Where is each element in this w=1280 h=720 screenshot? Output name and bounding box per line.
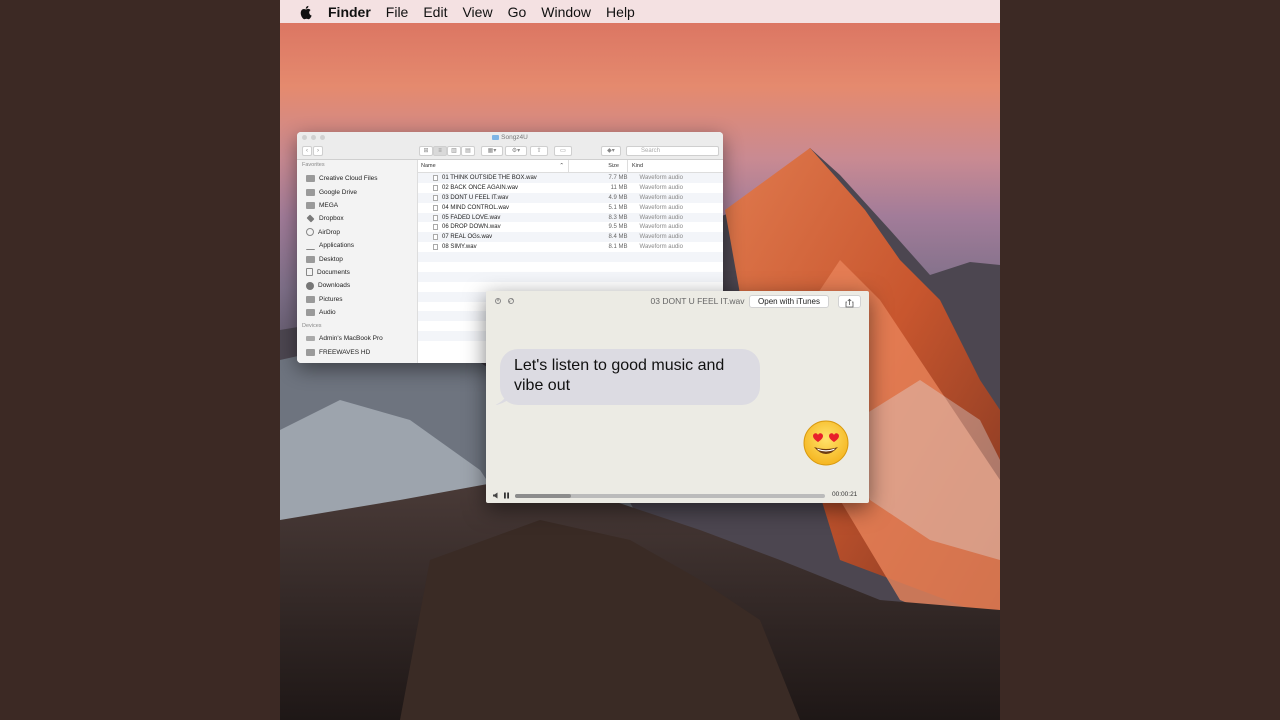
empty-row: [418, 271, 723, 282]
menu-file[interactable]: File: [386, 4, 409, 20]
airdrop-icon: [306, 228, 314, 237]
camera-icon: [306, 295, 315, 303]
audio-file-icon: [433, 175, 438, 181]
arrange-button[interactable]: ▦▾: [481, 146, 503, 156]
tag-icon[interactable]: ▭: [554, 146, 572, 156]
audio-file-icon: [433, 224, 438, 231]
favorites-header: Favorites: [302, 162, 325, 168]
zoom-button[interactable]: [320, 135, 325, 140]
message-bubble: Let's listen to good music and vibe out: [500, 349, 760, 405]
audio-file-icon: [433, 184, 438, 191]
table-row[interactable]: 05 FADED LOVE.wav 8.3 MB Waveform audio: [418, 212, 723, 223]
finder-toolbar: ‹ › ⊞ ≡ ▥ ▤ ▦▾ ⚙▾ ⇧ ▭ ◆▾ Search: [297, 143, 723, 160]
sort-chevron-icon: ⌃: [559, 163, 564, 169]
gear-icon[interactable]: ⚙▾: [505, 146, 527, 156]
audio-file-icon: [433, 214, 438, 221]
table-row[interactable]: 01 THINK OUTSIDE THE BOX.wav 7.7 MB Wavefo…: [418, 173, 723, 183]
empty-row: [418, 252, 723, 263]
sidebar-item-airdrop[interactable]: AirDrop: [297, 226, 417, 239]
laptop-icon: [306, 336, 315, 342]
sidebar-item-applications[interactable]: Applications: [297, 239, 417, 252]
devices-header: Devices: [302, 323, 322, 330]
menu-view[interactable]: View: [462, 4, 492, 20]
column-headers: Name ⌃ Size Kind: [418, 160, 723, 173]
empty-row: [418, 262, 723, 272]
folder-icon: [306, 201, 315, 209]
back-button[interactable]: ‹: [302, 146, 312, 156]
menu-window[interactable]: Window: [541, 4, 591, 20]
sidebar-item-google-drive[interactable]: Google Drive: [297, 185, 417, 198]
menu-go[interactable]: Go: [508, 4, 527, 20]
forward-button[interactable]: ›: [313, 146, 323, 156]
quicklook-player: × ⤢ 03 DONT U FEEL IT.wav Open with iTun…: [486, 291, 869, 503]
table-row[interactable]: 04 MIND CONTROL.wav 5.1 MB Waveform audio: [418, 203, 723, 213]
document-icon: [306, 268, 313, 277]
folder-icon: [306, 188, 315, 196]
table-row[interactable]: 06 DROP DOWN.wav 9.5 MB Waveform audio: [418, 222, 723, 232]
audio-file-icon: [433, 234, 438, 241]
menu-edit[interactable]: Edit: [423, 4, 447, 20]
close-button[interactable]: [302, 135, 307, 140]
open-with-itunes-button[interactable]: Open with iTunes: [749, 295, 829, 308]
dropbox-icon: [306, 214, 315, 223]
heart-eyes-emoji-icon: [803, 420, 849, 466]
menu-finder[interactable]: Finder: [328, 4, 371, 20]
player-titlebar[interactable]: × ⤢ 03 DONT U FEEL IT.wav Open with iTun…: [486, 291, 869, 311]
folder-icon: [492, 134, 500, 140]
share-icon: [845, 298, 854, 308]
finder-sidebar: Favorites Creative Cloud Files Google Dr…: [297, 160, 418, 363]
column-view-button[interactable]: ▥: [447, 146, 461, 156]
minimize-button[interactable]: [311, 135, 316, 140]
drive-icon: [306, 348, 315, 356]
desktop-icon: [306, 255, 315, 263]
menu-bar: Finder File Edit View Go Window Help: [280, 0, 1000, 23]
playback-time: 00:00:21: [832, 491, 858, 498]
playback-scrubber[interactable]: [515, 494, 825, 498]
sidebar-item-downloads[interactable]: Downloads: [297, 279, 417, 292]
table-row[interactable]: 08 SIMY.wav 8.1 MB Waveform audio: [418, 242, 723, 252]
sidebar-item-creative-cloud[interactable]: Creative Cloud Files: [297, 172, 417, 185]
sidebar-item-audio[interactable]: Audio: [297, 306, 417, 319]
sidebar-item-desktop[interactable]: Desktop: [297, 252, 417, 265]
playback-controls: 00:00:21: [486, 489, 869, 503]
share-button[interactable]: [838, 295, 861, 308]
sidebar-item-freewaves-hd[interactable]: FREEWAVES HD: [297, 346, 417, 359]
table-row[interactable]: 03 DONT U FEEL IT.wav 4.9 MB Waveform audi…: [418, 192, 723, 203]
sidebar-item-documents[interactable]: Documents: [297, 266, 417, 279]
finder-titlebar[interactable]: Songz4U: [297, 132, 723, 143]
share-icon[interactable]: ⇧: [530, 146, 548, 156]
gallery-view-button[interactable]: ▤: [461, 146, 475, 156]
folder-icon: [306, 309, 315, 317]
menu-help[interactable]: Help: [606, 4, 635, 20]
applications-icon: [306, 242, 315, 250]
download-icon: [306, 281, 314, 290]
icon-view-button[interactable]: ⊞: [419, 146, 433, 156]
sidebar-item-mega[interactable]: MEGA: [297, 199, 417, 212]
folder-icon: [306, 175, 315, 183]
pause-icon[interactable]: [503, 492, 510, 499]
apple-menu-icon[interactable]: [298, 4, 314, 20]
table-row[interactable]: 07 REAL OGs.wav 8.4 MB Waveform audio: [418, 232, 723, 243]
list-view-button[interactable]: ≡: [433, 146, 447, 156]
window-title: Songz4U: [501, 134, 528, 141]
column-size[interactable]: Size: [568, 160, 627, 172]
audio-file-icon: [433, 244, 438, 251]
sidebar-item-dropbox[interactable]: Dropbox: [297, 212, 417, 225]
search-placeholder: Search: [641, 148, 661, 154]
audio-file-icon: [433, 194, 438, 201]
column-kind[interactable]: Kind: [627, 160, 722, 172]
message-text: Let's listen to good music and vibe out: [514, 357, 725, 394]
desktop: Finder File Edit View Go Window Help Son…: [280, 0, 1000, 720]
scrubber-progress: [515, 494, 571, 498]
column-name[interactable]: Name ⌃: [418, 160, 568, 172]
search-input[interactable]: Search: [626, 146, 719, 156]
table-row[interactable]: 02 BACK ONCE AGAIN.wav 11 MB Waveform audi…: [418, 183, 723, 193]
sidebar-item-macbook[interactable]: Admin's MacBook Pro: [297, 332, 417, 345]
dropbox-icon[interactable]: ◆▾: [601, 146, 621, 156]
volume-icon[interactable]: [493, 492, 500, 499]
audio-file-icon: [433, 204, 438, 211]
sidebar-item-pictures[interactable]: Pictures: [297, 293, 417, 306]
